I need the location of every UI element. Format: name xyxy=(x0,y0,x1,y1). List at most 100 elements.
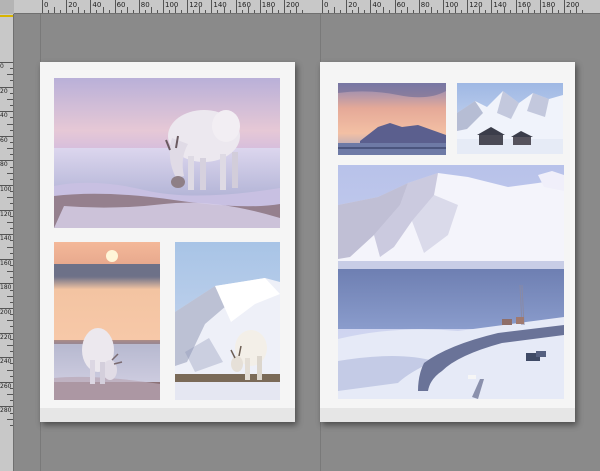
ruler-minor-tick xyxy=(48,10,50,13)
ruler-minor-tick xyxy=(229,10,231,13)
ruler-minor-tick xyxy=(126,7,128,13)
ruler-major-tick xyxy=(539,0,541,13)
ruler-minor-tick xyxy=(181,10,183,13)
ruler-minor-tick xyxy=(302,10,304,13)
photo-frame-reindeer-sunset[interactable] xyxy=(54,242,160,400)
ruler-minor-tick xyxy=(497,10,499,13)
ruler-tick-label: 80 xyxy=(0,161,8,169)
ruler-minor-tick xyxy=(156,10,158,13)
reindeer-mountain-image xyxy=(175,242,280,400)
ruler-major-tick xyxy=(66,0,68,13)
right-page[interactable] xyxy=(320,62,575,422)
ruler-minor-tick xyxy=(382,7,384,13)
ruler-minor-tick xyxy=(10,375,13,377)
ruler-major-tick xyxy=(114,0,116,13)
ruler-major-tick xyxy=(187,0,189,13)
ruler-minor-tick xyxy=(557,10,559,13)
ruler-minor-tick xyxy=(193,10,195,13)
ruler-tick-label: 140 xyxy=(0,235,12,243)
ruler-minor-tick xyxy=(10,178,13,180)
horizontal-ruler[interactable]: 0 20 40 60 80 100 120 140 160 180 200 0 20 40 60 80 100 1… xyxy=(0,0,600,14)
ruler-minor-tick xyxy=(277,10,279,13)
ruler-minor-tick xyxy=(388,10,390,13)
ruler-minor-tick xyxy=(7,172,13,174)
ruler-tick-label: 160 xyxy=(237,1,251,9)
ruler-minor-tick xyxy=(7,295,13,297)
ruler-tick-label: 240 xyxy=(0,358,12,366)
ruler-minor-tick xyxy=(7,344,13,346)
ruler-minor-tick xyxy=(10,203,13,205)
reindeer-sunset-image xyxy=(54,242,160,400)
ruler-minor-tick xyxy=(169,10,171,13)
ruler-minor-tick xyxy=(436,10,438,13)
ruler-minor-tick xyxy=(7,123,13,125)
ruler-minor-tick xyxy=(10,80,13,82)
ruler-minor-tick xyxy=(485,10,487,13)
ruler-tick-label: 180 xyxy=(541,1,556,9)
ruler-minor-tick xyxy=(290,10,292,13)
ruler-major-tick xyxy=(42,0,43,13)
ruler-major-tick xyxy=(259,0,261,13)
ruler-minor-tick xyxy=(334,7,336,13)
photo-frame-reindeer-mountain[interactable] xyxy=(175,242,280,400)
ruler-tick-label: 100 xyxy=(445,1,459,9)
photo-frame-fjord-village[interactable] xyxy=(338,165,564,399)
ruler-tick-label: 220 xyxy=(0,333,12,341)
ruler-minor-tick xyxy=(7,197,13,199)
ruler-tick-label: 160 xyxy=(0,259,12,267)
photo-frame-reindeer-grazing[interactable] xyxy=(54,78,280,228)
ruler-tick-label: 60 xyxy=(396,1,406,9)
left-page[interactable] xyxy=(40,62,295,422)
ruler-tick-label: 60 xyxy=(116,1,126,9)
ruler-tick-label: 20 xyxy=(0,87,8,95)
ruler-tick-label: 160 xyxy=(517,1,531,9)
ruler-minor-tick xyxy=(7,394,13,396)
ruler-tick-label: 140 xyxy=(213,1,227,9)
ruler-minor-tick xyxy=(102,7,104,13)
ruler-minor-tick xyxy=(7,98,13,100)
ruler-minor-tick xyxy=(7,271,13,273)
ruler-major-tick xyxy=(138,0,140,13)
ruler-tick-label: 260 xyxy=(0,382,12,390)
ruler-minor-tick xyxy=(521,10,523,13)
ruler-origin-corner[interactable] xyxy=(0,0,14,14)
ruler-minor-tick xyxy=(545,10,547,13)
ruler-tick-label: 280 xyxy=(0,407,12,415)
ruler-minor-tick xyxy=(412,10,414,13)
page-bottom-margin xyxy=(40,408,295,422)
ruler-tick-label: 200 xyxy=(566,1,580,9)
ruler-major-tick xyxy=(370,0,372,13)
ruler-minor-tick xyxy=(328,10,330,13)
reindeer-grazing-image xyxy=(54,78,280,228)
ruler-minor-tick xyxy=(358,7,360,13)
ruler-minor-tick xyxy=(376,10,378,13)
ruler-tick-label: 20 xyxy=(348,1,358,9)
ruler-major-tick xyxy=(284,0,285,13)
ruler-minor-tick xyxy=(253,10,255,13)
ruler-minor-tick xyxy=(400,10,402,13)
ruler-minor-tick xyxy=(570,10,572,13)
vertical-ruler[interactable]: 0 20 40 60 80 100 120 140 160 180 200 220 240 260 280 xyxy=(0,0,14,471)
cabins-image xyxy=(457,83,563,154)
ruler-tick-label: 100 xyxy=(165,1,179,9)
ruler-minor-tick xyxy=(7,369,13,371)
ruler-minor-tick xyxy=(7,246,13,248)
photo-frame-cabins[interactable] xyxy=(457,83,563,154)
ruler-minor-tick xyxy=(132,10,134,13)
ruler-tick-label: 20 xyxy=(68,1,78,9)
ruler-tick-label: 100 xyxy=(0,186,12,193)
ruler-tick-label: 200 xyxy=(0,309,12,316)
ruler-tick-label: 40 xyxy=(372,1,382,9)
ruler-major-tick xyxy=(346,0,348,13)
ruler-minor-tick xyxy=(120,10,122,13)
ruler-tick-label: 40 xyxy=(0,112,8,120)
ruler-minor-tick xyxy=(406,7,408,13)
ruler-minor-tick xyxy=(10,228,13,230)
ruler-minor-tick xyxy=(10,351,13,353)
photo-frame-mountain-dusk[interactable] xyxy=(338,83,446,155)
ruler-minor-tick xyxy=(582,10,584,13)
ruler-tick-label: 140 xyxy=(493,1,507,9)
ruler-tick-label: 40 xyxy=(92,1,102,9)
ruler-tick-label: 0 xyxy=(44,1,49,9)
ruler-minor-tick xyxy=(473,10,475,13)
